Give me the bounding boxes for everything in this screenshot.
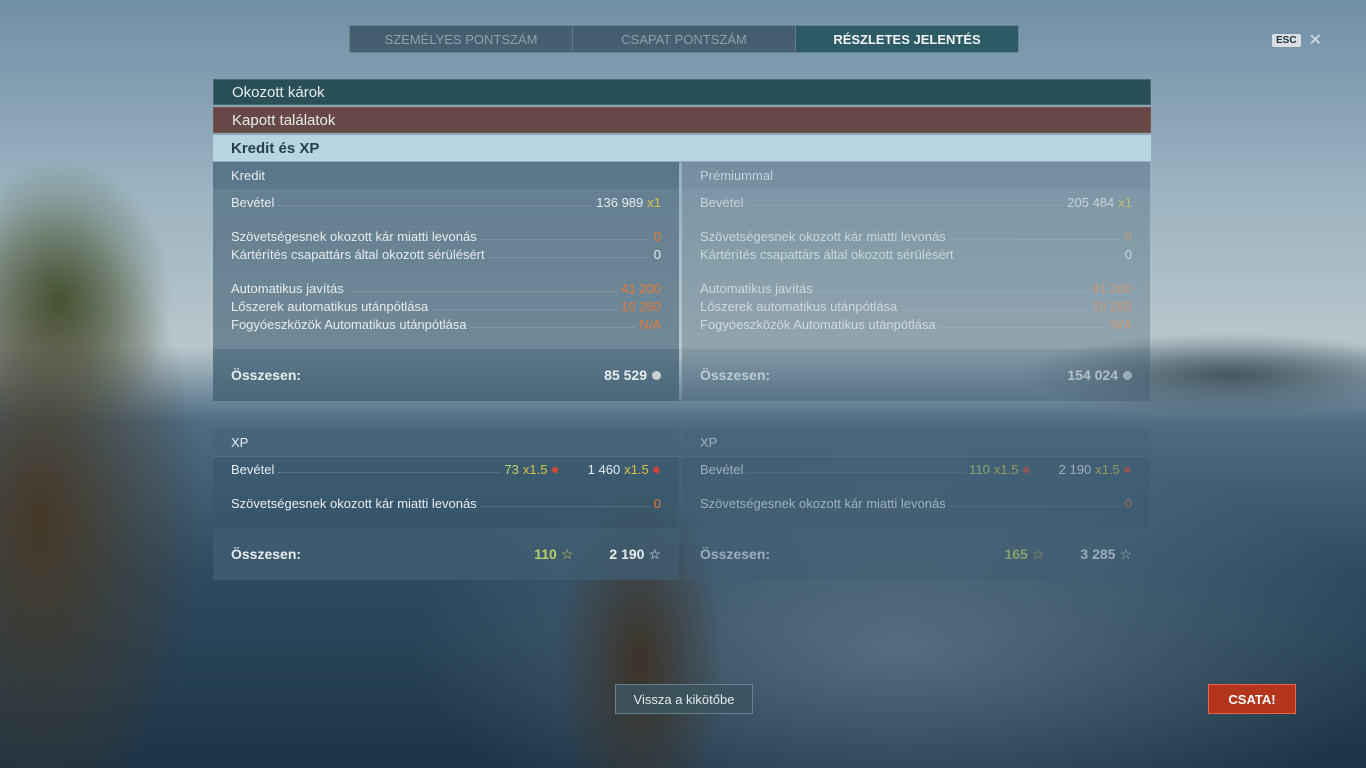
credits-repair-row: Automatikus javítás 41 200: [231, 281, 661, 296]
credits-compensation-row: Kártérítés csapattárs által okozott sérü…: [231, 247, 661, 262]
xp-ally-damage-row: Szövetségesnek okozott kár miatti levoná…: [231, 496, 661, 511]
premium-consumables-row: Fogyóeszközök Automatikus utánpótlása N/…: [700, 317, 1132, 332]
credits-income-row: Bevétel 136 989 x1: [231, 195, 661, 210]
tab-team-score[interactable]: CSAPAT PONTSZÁM: [573, 26, 796, 52]
credits-income-value: 136 989: [596, 195, 644, 210]
premium-ally-damage-row: Szövetségesnek okozott kár miatti levoná…: [700, 229, 1132, 244]
premium-repair-row: Automatikus javítás 41 200: [700, 281, 1132, 296]
premium-xp-panel: XP Bevétel 110 x1.5 ✹ 2 190 x1.5 ✹ Szöve…: [682, 429, 1150, 580]
xp-panel: XP Bevétel 73 x1.5 ✹ 1 460 x1.5 ✹ Szövet…: [213, 429, 679, 580]
xp-header: XP: [213, 429, 679, 457]
star-icon: ☆: [1119, 545, 1132, 562]
tab-detailed-report[interactable]: RÉSZLETES JELENTÉS: [796, 26, 1018, 52]
xp-total-row: Összesen: 110 ☆ 2 190 ☆: [213, 528, 679, 580]
premium-credits-header: Prémiummal: [682, 162, 1150, 190]
premium-ammo-row: Lőszerek automatikus utánpótlása 10 260: [700, 299, 1132, 314]
section-damage-dealt[interactable]: Okozott károk: [213, 79, 1151, 105]
credit-coin-icon: [652, 370, 661, 380]
premium-credits-panel: Prémiummal Bevétel 205 484 x1 Szövetsége…: [682, 162, 1150, 401]
star-icon: ☆: [648, 545, 661, 562]
xp-income-row: Bevétel 73 x1.5 ✹ 1 460 x1.5 ✹: [231, 462, 661, 477]
premium-credits-total-row: Összesen: 154 024: [682, 349, 1150, 401]
flag-badge-icon: ✹: [1122, 465, 1132, 477]
credits-panel: Kredit Bevétel 136 989 x1 Szövetségesnek…: [213, 162, 679, 401]
credits-ammo-row: Lőszerek automatikus utánpótlása 10 260: [231, 299, 661, 314]
credits-consumables-row: Fogyóeszközök Automatikus utánpótlása N/…: [231, 317, 661, 332]
credits-income-mult: x1: [647, 195, 661, 210]
star-icon: ☆: [1031, 545, 1045, 562]
flag-badge-icon: ✹: [651, 465, 661, 477]
credits-total-value: 85 529: [604, 367, 647, 383]
premium-xp-income-row: Bevétel 110 x1.5 ✹ 2 190 x1.5 ✹: [700, 462, 1132, 477]
credits-total-row: Összesen: 85 529: [213, 349, 679, 401]
flag-badge-icon: ✹: [550, 465, 560, 477]
section-credits-xp[interactable]: Kredit és XP: [213, 135, 1151, 161]
back-to-port-button[interactable]: Vissza a kikötőbe: [615, 684, 753, 714]
premium-income-row: Bevétel 205 484 x1: [700, 195, 1132, 210]
tab-personal-score[interactable]: SZEMÉLYES PONTSZÁM: [350, 26, 573, 52]
premium-xp-ally-damage-row: Szövetségesnek okozott kár miatti levoná…: [700, 496, 1132, 511]
credits-header: Kredit: [213, 162, 679, 190]
flag-badge-icon: ✹: [1021, 465, 1031, 477]
tab-bar: SZEMÉLYES PONTSZÁM CSAPAT PONTSZÁM RÉSZL…: [349, 25, 1019, 53]
free-xp-total-value: 2 190: [609, 545, 645, 562]
close-icon[interactable]: ✕: [1309, 30, 1322, 50]
star-icon: ☆: [560, 545, 574, 562]
premium-xp-total-row: Összesen: 165 ☆ 3 285 ☆: [682, 528, 1150, 580]
battle-button[interactable]: CSATA!: [1208, 684, 1296, 714]
esc-close[interactable]: ESC ✕: [1272, 30, 1322, 50]
premium-xp-header: XP: [682, 429, 1150, 457]
xp-total-value: 110: [534, 545, 557, 562]
credit-coin-icon: [1123, 370, 1132, 380]
esc-key-icon: ESC: [1272, 33, 1301, 47]
credits-ally-damage-row: Szövetségesnek okozott kár miatti levoná…: [231, 229, 661, 244]
premium-compensation-row: Kártérítés csapattárs által okozott sérü…: [700, 247, 1132, 262]
section-hits-received[interactable]: Kapott találatok: [213, 107, 1151, 133]
